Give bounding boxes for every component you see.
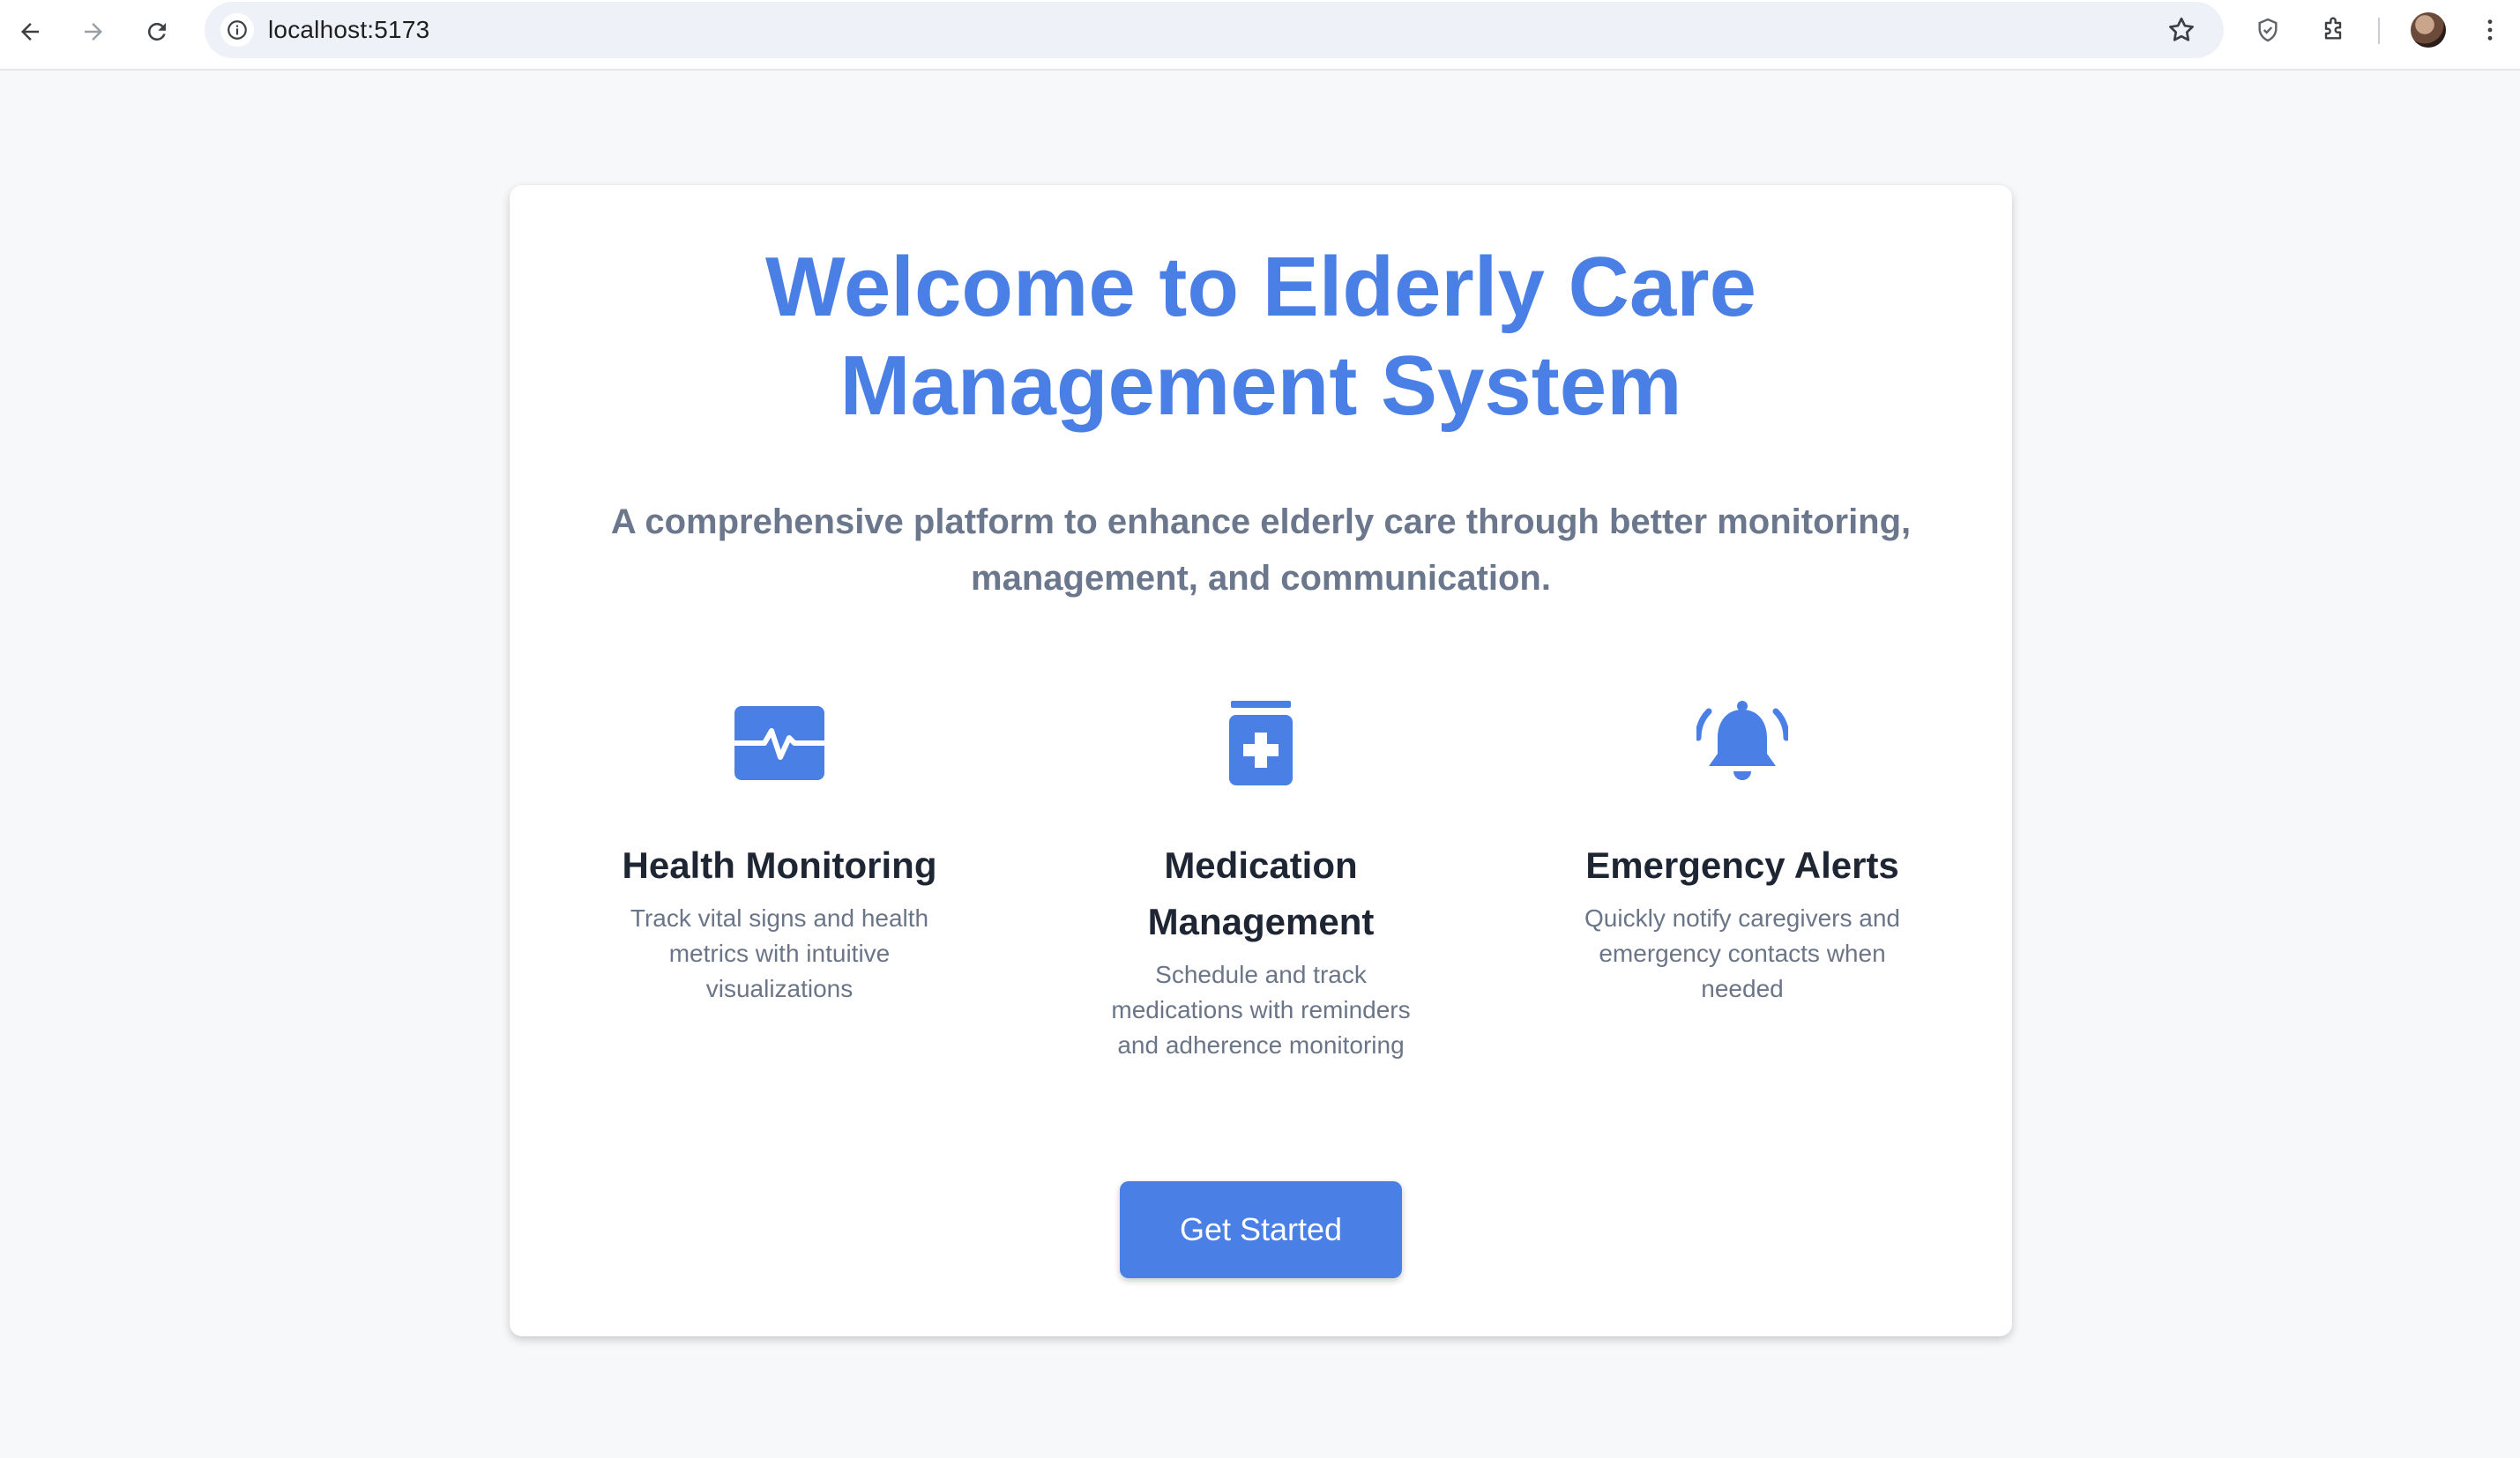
back-button[interactable]: [11, 12, 49, 51]
page-subtitle-line2: management, and communication.: [971, 559, 1551, 598]
profile-avatar[interactable]: [2411, 12, 2446, 48]
reload-icon: [147, 22, 166, 41]
shield-icon: [2258, 18, 2278, 42]
url-text[interactable]: localhost:5173: [268, 14, 429, 46]
page-title: Welcome to Elderly Care Management Syste…: [510, 238, 2012, 435]
address-bar[interactable]: localhost:5173: [205, 2, 2224, 58]
feature-title: Health Monitoring: [622, 844, 937, 886]
feature-title: Emergency Alerts: [1585, 844, 1899, 886]
medication-bottle-icon: [1076, 695, 1446, 792]
feature-description: Quickly notify caregivers and emergency …: [1557, 901, 1927, 1007]
feature-desc-line: and adherence monitoring: [1117, 1031, 1405, 1059]
page-subtitle-line1: A comprehensive platform to enhance elde…: [610, 502, 1912, 541]
toolbar-divider: [2378, 18, 2380, 44]
alarm-bell-icon: [1557, 695, 1927, 792]
feature-medication-management: Medication Management Schedule and track…: [1076, 695, 1446, 1063]
welcome-card: Welcome to Elderly Care Management Syste…: [510, 185, 2012, 1336]
feature-desc-line: Track vital signs and health: [630, 904, 929, 932]
arrow-right-icon: [85, 23, 102, 41]
feature-desc-line: medications with reminders: [1111, 996, 1411, 1023]
feature-emergency-alerts: Emergency Alerts Quickly notify caregive…: [1557, 695, 1927, 1007]
page-title-line2: Management System: [839, 338, 1682, 433]
feature-desc-line: needed: [1701, 975, 1784, 1002]
feature-desc-line: metrics with intuitive: [668, 940, 891, 967]
browser-toolbar: localhost:5173: [0, 0, 2520, 71]
shield-extension-button[interactable]: [2250, 12, 2285, 48]
more-vertical-icon: [2487, 19, 2493, 41]
heartbeat-icon: [594, 695, 965, 792]
feature-title-line: Management: [1147, 901, 1375, 942]
feature-description: Track vital signs and health metrics wit…: [594, 901, 965, 1007]
page-title-line1: Welcome to Elderly Care: [765, 240, 1756, 334]
menu-button[interactable]: [2472, 12, 2508, 48]
feature-title: Medication Management: [1076, 837, 1446, 950]
arrow-left-icon: [21, 23, 39, 41]
feature-desc-line: emergency contacts when: [1599, 940, 1886, 967]
feature-description: Schedule and track medications with remi…: [1076, 957, 1446, 1063]
page-subtitle: A comprehensive platform to enhance elde…: [580, 494, 1942, 606]
bookmark-star-icon[interactable]: [2166, 14, 2197, 46]
forward-button[interactable]: [74, 12, 113, 51]
feature-desc-line: visualizations: [705, 975, 854, 1002]
extensions-button[interactable]: [2315, 12, 2351, 48]
site-info-button[interactable]: [220, 13, 254, 47]
feature-title-line: Medication: [1164, 844, 1358, 886]
reload-button[interactable]: [138, 12, 176, 51]
info-icon: [227, 20, 247, 40]
feature-desc-line: Schedule and track: [1155, 961, 1367, 988]
get-started-button[interactable]: Get Started: [1120, 1181, 1402, 1278]
feature-health-monitoring: Health Monitoring Track vital signs and …: [594, 695, 965, 1007]
feature-desc-line: Quickly notify caregivers and: [1584, 904, 1900, 932]
puzzle-icon: [2324, 17, 2342, 40]
